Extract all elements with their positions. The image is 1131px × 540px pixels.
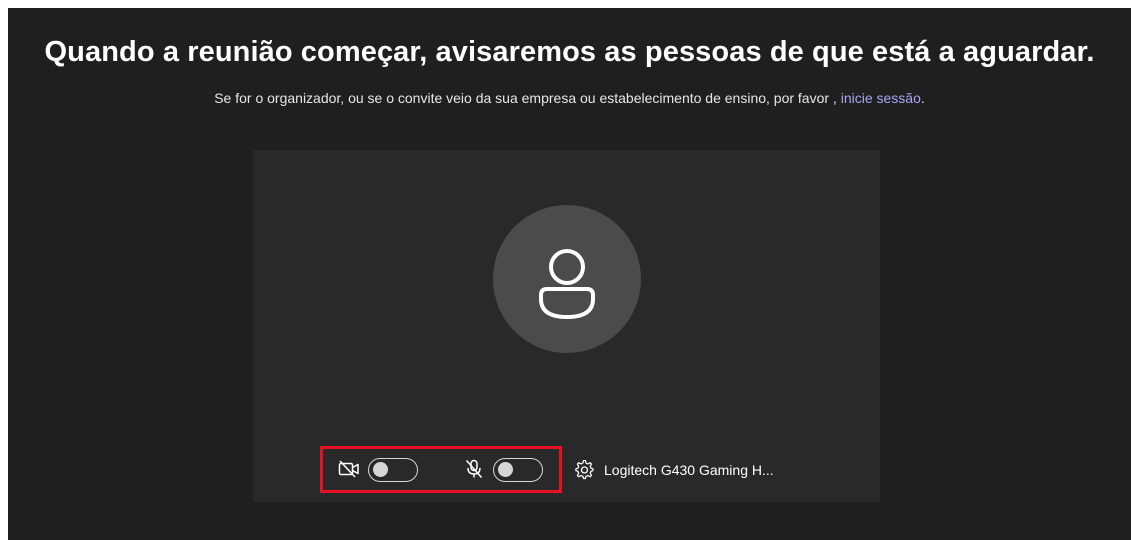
device-controls: Logitech G430 Gaming H... <box>253 446 880 498</box>
person-icon <box>539 249 595 319</box>
sign-in-link[interactable]: inicie sessão <box>841 90 921 106</box>
camera-toggle-knob <box>373 462 388 477</box>
avatar <box>493 205 641 353</box>
sign-in-prompt: Se for o organizador, ou se o convite ve… <box>8 90 1131 106</box>
pre-join-screen: Quando a reunião começar, avisaremos as … <box>8 8 1131 540</box>
audio-device-label: Logitech G430 Gaming H... <box>604 462 774 478</box>
mic-off-icon <box>465 459 483 478</box>
sign-in-prompt-separator: , <box>829 90 841 106</box>
sign-in-prompt-text: Se for o organizador, ou se o convite ve… <box>214 90 830 106</box>
video-preview: Logitech G430 Gaming H... <box>253 150 880 502</box>
gear-icon <box>575 460 594 480</box>
sign-in-prompt-end: . <box>920 90 925 106</box>
mic-toggle[interactable] <box>493 458 543 482</box>
audio-device-selector[interactable]: Logitech G430 Gaming H... <box>575 456 774 484</box>
mic-toggle-knob <box>498 462 513 477</box>
page-title: Quando a reunião começar, avisaremos as … <box>44 36 1095 68</box>
camera-off-icon <box>338 460 359 478</box>
camera-toggle[interactable] <box>368 458 418 482</box>
